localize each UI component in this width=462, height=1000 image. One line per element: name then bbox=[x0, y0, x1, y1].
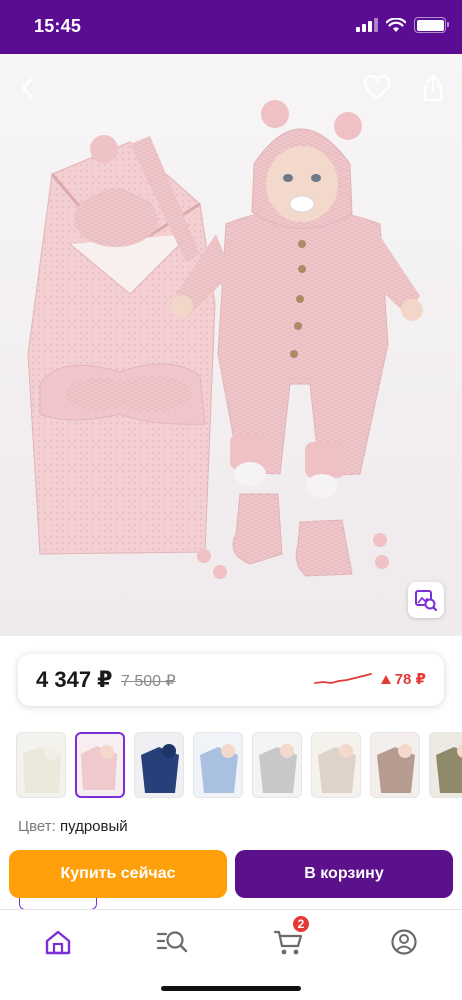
tab-catalog[interactable] bbox=[152, 922, 192, 962]
heart-icon bbox=[363, 75, 391, 100]
price-change: 78 ₽ bbox=[380, 670, 426, 688]
arrow-up-icon bbox=[380, 674, 391, 684]
thumbnail-item[interactable] bbox=[252, 732, 302, 798]
buy-now-button[interactable]: Купить сейчас bbox=[9, 850, 227, 898]
product-photo bbox=[0, 54, 462, 636]
back-icon bbox=[21, 77, 34, 99]
tab-home[interactable] bbox=[38, 922, 78, 962]
home-indicator bbox=[161, 986, 301, 991]
image-search-icon bbox=[415, 590, 438, 612]
thumbnail-item[interactable] bbox=[75, 732, 125, 798]
wifi-icon bbox=[386, 17, 406, 32]
back-button[interactable] bbox=[8, 68, 48, 108]
status-time: 15:45 bbox=[34, 16, 82, 36]
catalog-search-icon bbox=[156, 931, 188, 953]
share-button[interactable] bbox=[413, 68, 453, 108]
tab-bar: 2 bbox=[0, 909, 462, 1000]
cart-badge: 2 bbox=[291, 914, 311, 934]
status-icons bbox=[356, 17, 449, 33]
product-image[interactable] bbox=[0, 54, 462, 636]
tab-cart[interactable]: 2 bbox=[268, 914, 311, 962]
price-old: 7 500 ₽ bbox=[121, 673, 176, 690]
add-to-cart-button[interactable]: В корзину bbox=[235, 850, 453, 898]
search-similar-button[interactable] bbox=[408, 582, 444, 618]
thumbnail-item[interactable] bbox=[134, 732, 184, 798]
price-change-value: 78 ₽ bbox=[394, 671, 426, 688]
favorite-button[interactable] bbox=[357, 68, 397, 108]
thumbnail-item[interactable] bbox=[16, 732, 66, 798]
thumbnail-item[interactable] bbox=[311, 732, 361, 798]
thumbnail-item[interactable] bbox=[193, 732, 243, 798]
status-bar: 15:45 bbox=[0, 0, 462, 54]
home-icon bbox=[45, 930, 71, 955]
color-line: Цвет: пудровый bbox=[18, 818, 128, 835]
battery-icon bbox=[414, 17, 449, 33]
price-card[interactable]: 4 347 ₽ 7 500 ₽ 78 ₽ bbox=[18, 654, 444, 706]
price-current: 4 347 ₽ bbox=[36, 667, 113, 692]
color-value: пудровый bbox=[59, 818, 128, 835]
share-icon bbox=[423, 74, 443, 102]
price-history-sparkline bbox=[314, 673, 372, 684]
profile-icon bbox=[391, 929, 417, 955]
signal-icon bbox=[356, 18, 378, 32]
color-thumbnails bbox=[0, 732, 462, 800]
color-label: Цвет: bbox=[18, 818, 56, 835]
tab-profile[interactable] bbox=[384, 922, 424, 962]
thumbnail-item[interactable] bbox=[429, 732, 462, 798]
thumbnail-item[interactable] bbox=[370, 732, 420, 798]
